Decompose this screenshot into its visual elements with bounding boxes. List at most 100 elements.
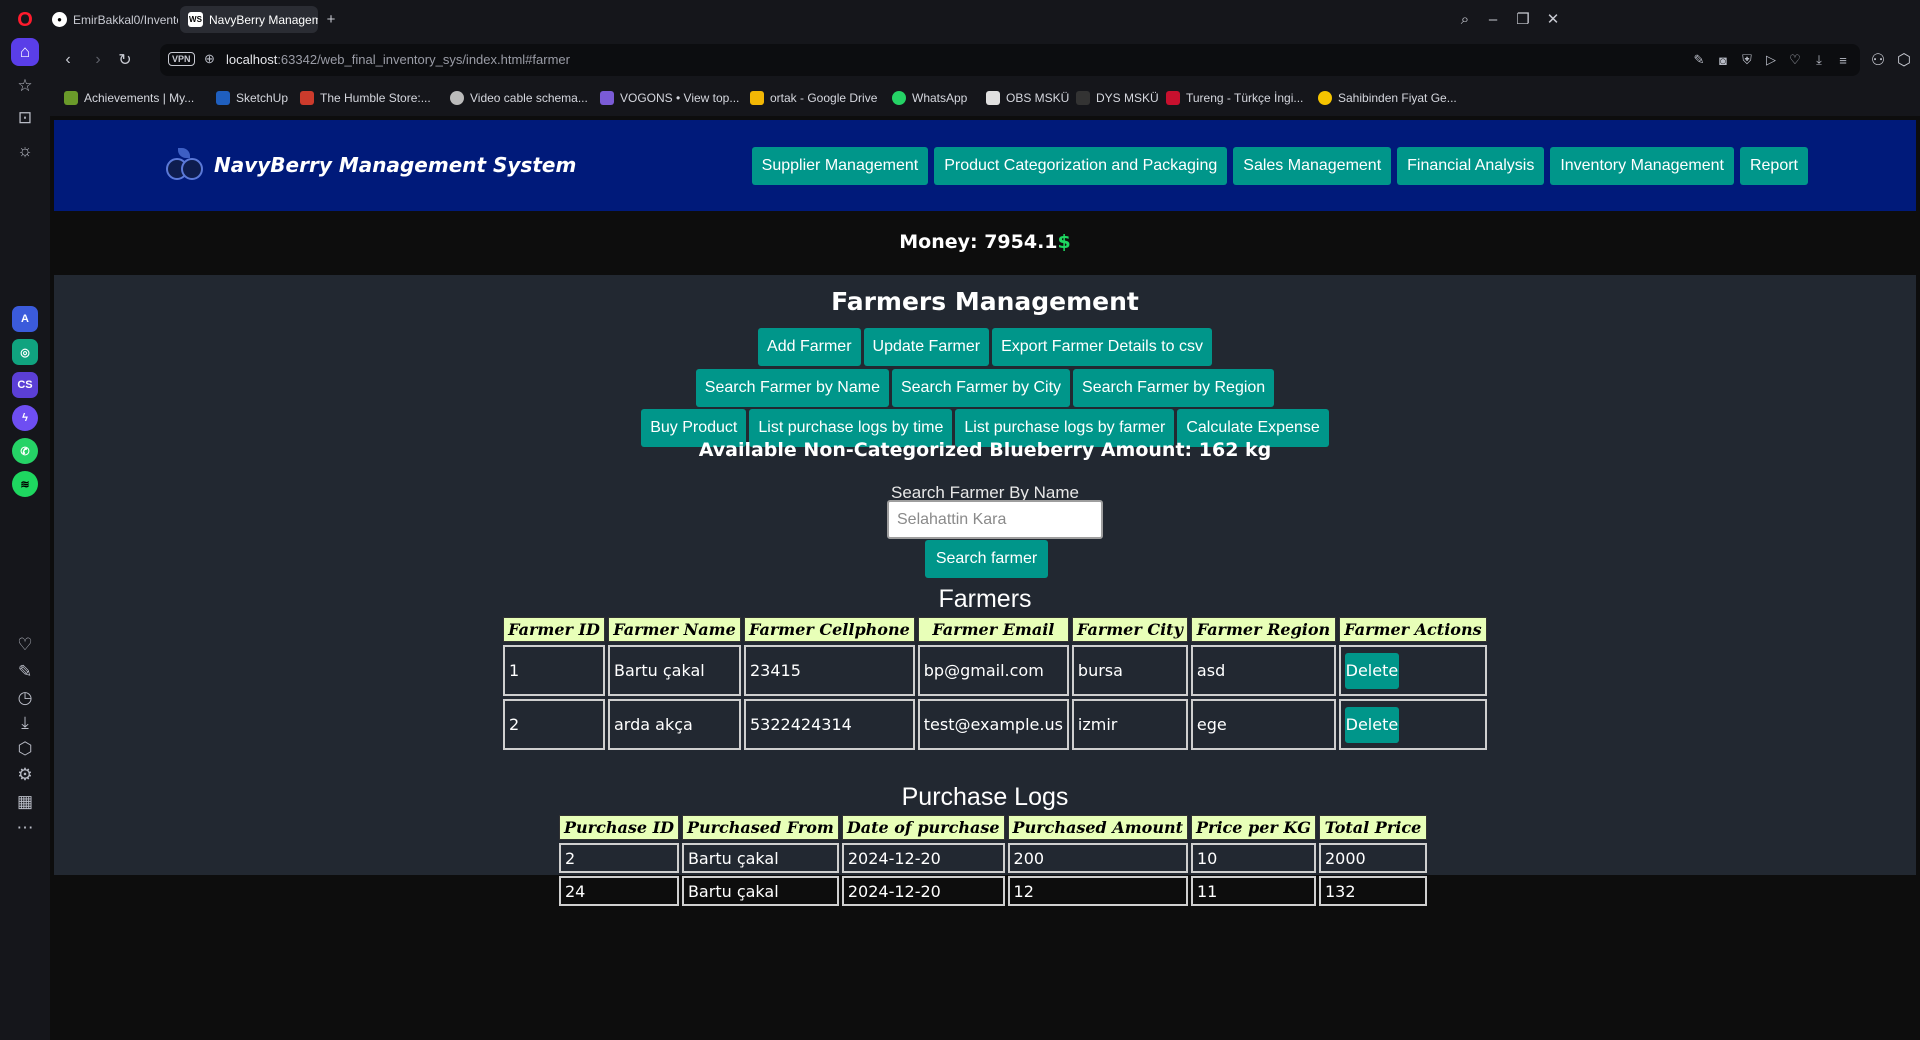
tab-title: EmirBakkal0/InventorySys [73, 12, 178, 27]
purchase-id-cell: 24 [559, 876, 679, 906]
panel-icon[interactable]: ▦ [11, 788, 39, 816]
nav-financial-analysis[interactable]: Financial Analysis [1397, 147, 1545, 185]
farmer-email-cell: bp@gmail.com [917, 645, 1069, 696]
reload-icon[interactable]: ↻ [113, 48, 137, 72]
history-icon[interactable]: ◷ [11, 684, 39, 712]
bookmark-icon [450, 91, 464, 105]
column-header: Purchased From [681, 815, 839, 840]
nav-inventory-management[interactable]: Inventory Management [1550, 147, 1734, 185]
farmer-region-cell: asd [1190, 645, 1336, 696]
url-path: :63342/web_final_inventory_sys/index.htm… [277, 52, 570, 67]
column-header: Price per KG [1190, 815, 1316, 840]
url-field[interactable]: VPN ⊕ localhost:63342/web_final_inventor… [160, 44, 1860, 76]
money-amount: Money: 7954.1 [899, 231, 1058, 253]
app-logo[interactable]: NavyBerry Management System [166, 148, 576, 182]
delete-farmer-button[interactable]: Delete [1344, 706, 1399, 743]
tab-bar: ● EmirBakkal0/InventorySys WS NavyBerry … [50, 0, 1920, 38]
tab-github[interactable]: ● EmirBakkal0/InventorySys [44, 6, 178, 33]
farmer-name-search-input[interactable] [887, 500, 1103, 539]
heart-outline-icon[interactable]: ♡ [1786, 51, 1804, 69]
bookmark-label: SketchUp [236, 91, 289, 105]
search-by-city-button[interactable]: Search Farmer by City [891, 369, 1071, 407]
edit-icon[interactable]: ✎ [11, 658, 39, 686]
farmer-email-cell: test@example.us [917, 699, 1069, 750]
column-header: Farmer ID [503, 617, 605, 642]
bookmarks-bar: Achievements | My... SketchUp The Humble… [50, 82, 1920, 116]
snapshot-edit-icon[interactable]: ✎ [1690, 51, 1708, 69]
table-row: 2 arda akça 5322424314 test@example.us i… [503, 699, 1487, 750]
tab-navyberry[interactable]: WS NavyBerry Management S [180, 6, 318, 33]
star-icon[interactable]: ☆ [11, 72, 39, 100]
bookmark-icon [600, 91, 614, 105]
camera-icon[interactable]: ◙ [1714, 51, 1732, 69]
farmer-cellphone-cell: 5322424314 [744, 699, 915, 750]
delete-farmer-button[interactable]: Delete [1344, 652, 1399, 689]
sahibinden-icon [1318, 91, 1332, 105]
chatgpt-icon[interactable]: ◎ [12, 339, 38, 365]
bookmark-item[interactable]: ortak - Google Drive [750, 91, 877, 105]
column-header: Total Price [1318, 815, 1427, 840]
player-icon[interactable]: ▷ [1762, 51, 1780, 69]
purchase-id-cell: 2 [559, 843, 679, 873]
downloads-icon[interactable]: ⤓ [1810, 51, 1828, 69]
controller-icon[interactable]: ⊡ [11, 104, 39, 132]
chatsonic-icon[interactable]: CS [12, 372, 38, 398]
total-price-cell: 2000 [1318, 843, 1427, 873]
bookmark-item[interactable]: Tureng - Türkçe İngi... [1166, 91, 1303, 105]
spotify-icon[interactable]: ≋ [12, 471, 38, 497]
opera-logo-icon[interactable]: O [11, 6, 39, 34]
restore-icon[interactable]: ❐ [1508, 6, 1538, 32]
vpn-badge[interactable]: VPN [168, 52, 195, 66]
bookmark-item[interactable]: SketchUp [216, 91, 288, 105]
heart-icon[interactable]: ♡ [11, 631, 39, 659]
new-tab-icon[interactable]: + [316, 6, 346, 32]
export-csv-button[interactable]: Export Farmer Details to csv [992, 328, 1212, 366]
bookmark-item[interactable]: Achievements | My... [64, 91, 194, 105]
nav-supplier-management[interactable]: Supplier Management [751, 147, 929, 185]
extensions-icon[interactable]: ⬡ [1892, 48, 1916, 72]
table-row: 24 Bartu çakal 2024-12-20 12 11 132 [559, 876, 1427, 906]
forward-icon[interactable]: › [86, 48, 110, 72]
bookmark-item[interactable]: Video cable schema... [450, 91, 588, 105]
download-icon[interactable]: ⤓ [11, 709, 39, 737]
aria-icon[interactable]: A [12, 306, 38, 332]
nav-product-categorization[interactable]: Product Categorization and Packaging [934, 147, 1228, 185]
settings-icon[interactable]: ⚙ [11, 761, 39, 789]
bookmark-label: OBS MSKÜ [1006, 91, 1070, 105]
bookmark-item[interactable]: The Humble Store:... [300, 91, 431, 105]
menu-icon[interactable]: ≡ [1834, 51, 1852, 69]
home-icon[interactable]: ⌂ [11, 38, 39, 66]
minimize-icon[interactable]: – [1478, 6, 1508, 32]
account-icon[interactable]: ⚇ [1866, 48, 1890, 72]
sun-icon[interactable]: ☼ [11, 137, 39, 165]
search-tabs-icon[interactable]: ⌕ [1450, 6, 1480, 32]
bookmark-icon [64, 91, 78, 105]
update-farmer-button[interactable]: Update Farmer [863, 328, 990, 366]
farmer-actions-cell: Delete [1338, 699, 1487, 750]
add-farmer-button[interactable]: Add Farmer [758, 328, 861, 366]
farmer-id-cell: 2 [503, 699, 605, 750]
bookmark-item[interactable]: OBS MSKÜ [986, 91, 1069, 105]
shield-icon[interactable]: ⛨ [1738, 51, 1756, 69]
nav-sales-management[interactable]: Sales Management [1233, 147, 1392, 185]
column-header: Farmer Email [917, 617, 1069, 642]
bookmark-item[interactable]: DYS MSKÜ [1076, 91, 1159, 105]
whatsapp-icon[interactable]: ✆ [12, 438, 38, 464]
search-farmer-button[interactable]: Search farmer [925, 540, 1048, 578]
nav-report[interactable]: Report [1739, 147, 1808, 185]
bookmark-icon [300, 91, 314, 105]
bookmark-item[interactable]: WhatsApp [892, 91, 967, 105]
bookmark-item[interactable]: Sahibinden Fiyat Ge... [1318, 91, 1457, 105]
action-row-1: Add Farmer Update Farmer Export Farmer D… [54, 328, 1916, 366]
search-by-name-button[interactable]: Search Farmer by Name [695, 369, 889, 407]
messenger-icon[interactable]: ϟ [12, 405, 38, 431]
bookmark-item[interactable]: VOGONS • View top... [600, 91, 739, 105]
bookmark-icon [216, 91, 230, 105]
close-icon[interactable]: ✕ [1538, 6, 1568, 32]
back-icon[interactable]: ‹ [56, 48, 80, 72]
cube-icon[interactable]: ⬡ [11, 735, 39, 763]
page-viewport: NavyBerry Management System Supplier Man… [50, 116, 1920, 1040]
search-by-region-button[interactable]: Search Farmer by Region [1073, 369, 1275, 407]
column-header: Purchase ID [559, 815, 679, 840]
more-icon[interactable]: ⋯ [11, 814, 39, 842]
